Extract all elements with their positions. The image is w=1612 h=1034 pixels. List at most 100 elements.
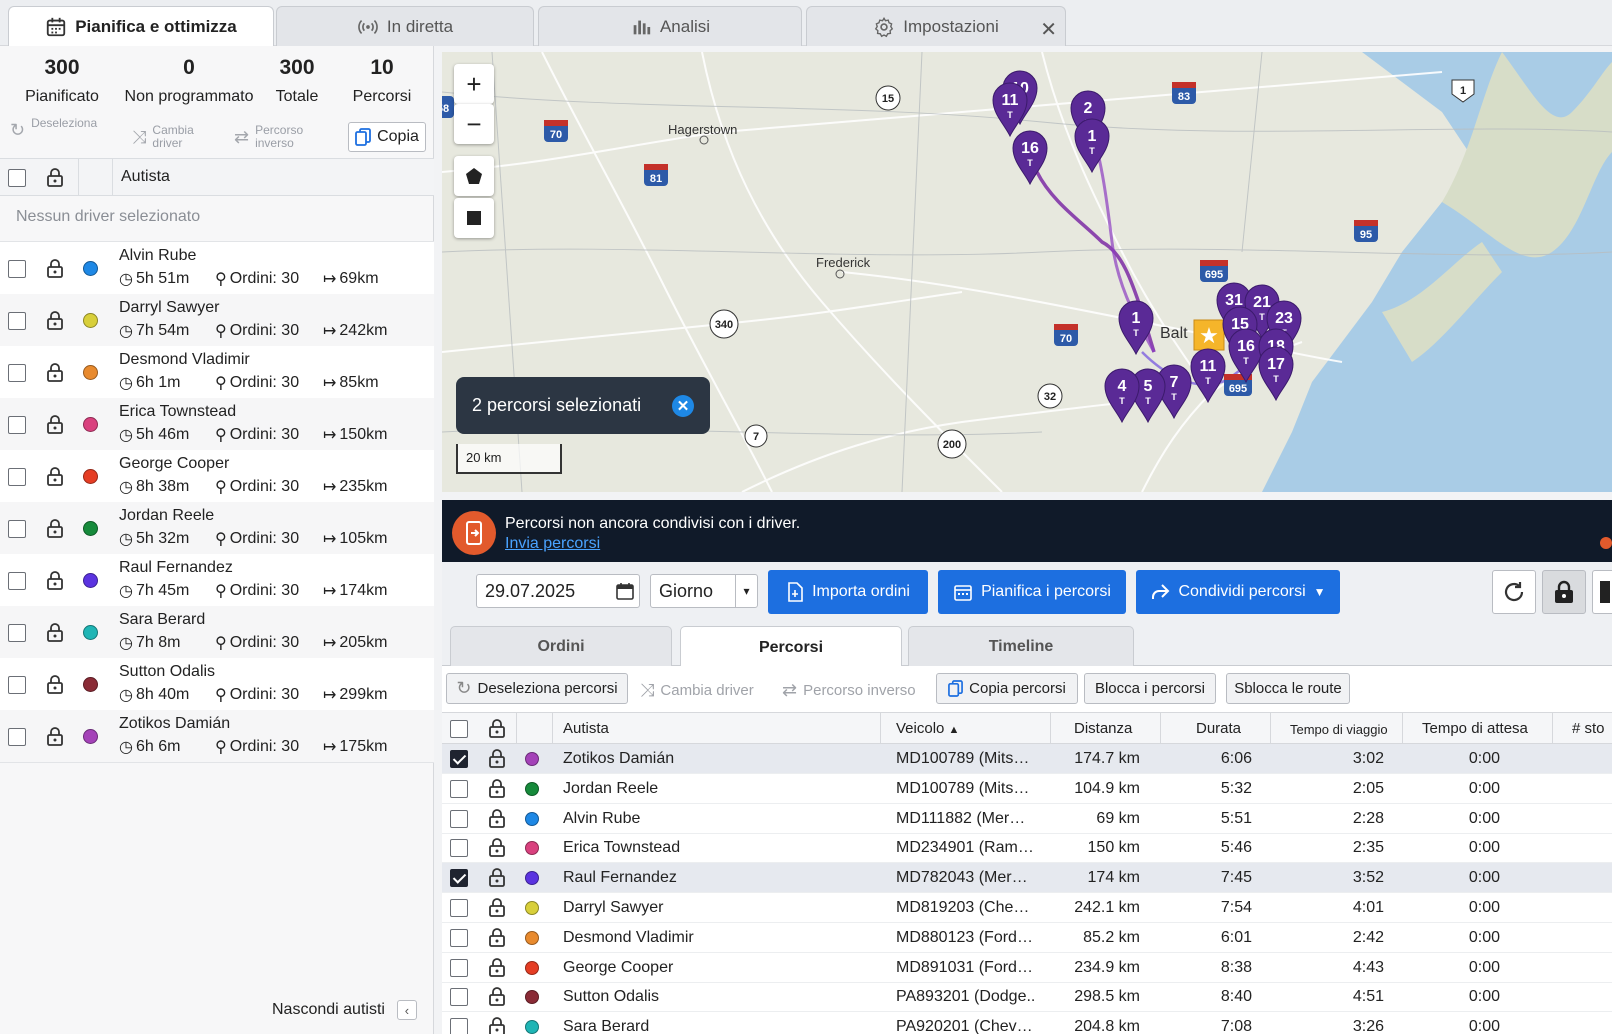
plan-routes-button[interactable]: Pianifica i percorsi (938, 570, 1126, 614)
select-all-checkbox[interactable] (8, 169, 26, 187)
lock-icon[interactable] (46, 518, 64, 538)
route-stop-marker[interactable]: 17T (1258, 346, 1294, 402)
lock-icon[interactable] (46, 362, 64, 382)
unlock-routes-button[interactable]: Sblocca le route (1226, 673, 1350, 704)
route-stop-marker[interactable]: 11T (992, 82, 1028, 138)
lock-icon[interactable] (488, 897, 506, 917)
reverse-route-button[interactable]: ⇄ Percorso inverso (782, 680, 916, 701)
driver-checkbox[interactable] (8, 728, 26, 746)
driver-checkbox[interactable] (8, 312, 26, 330)
driver-row[interactable]: Zotikos Damián ◷ 6h 6m ⚲ Ordini: 30 ↦ 175km (0, 710, 434, 763)
driver-checkbox[interactable] (8, 468, 26, 486)
route-row[interactable]: Erica Townstead MD234901 (Ram… 150 km 5:46 2… (442, 833, 1612, 864)
rectangle-select-button[interactable] (454, 198, 494, 238)
hide-drivers-toggle[interactable]: Nascondi autisti ‹ (272, 1000, 417, 1020)
lock-icon[interactable] (46, 674, 64, 694)
clear-selection-icon[interactable]: ✕ (672, 395, 694, 417)
lock-all-button[interactable] (1542, 570, 1586, 614)
tab-settings[interactable]: Impostazioni ✕ (806, 6, 1066, 46)
lock-icon[interactable] (46, 167, 64, 187)
lock-icon[interactable] (46, 466, 64, 486)
lock-icon[interactable] (46, 622, 64, 642)
route-map[interactable]: 70 81 15 83 1 95 695 70 340 32 7 200 695… (442, 52, 1612, 492)
deselect-button[interactable]: ↻ Deseleziona (10, 117, 97, 140)
change-driver-button[interactable]: ⤨ Cambia driver (640, 680, 754, 701)
refresh-button[interactable] (1492, 570, 1536, 614)
driver-row[interactable]: Erica Townstead ◷ 5h 46m ⚲ Ordini: 30 ↦ 150km (0, 398, 434, 451)
driver-checkbox[interactable] (8, 676, 26, 694)
lock-icon[interactable] (488, 808, 506, 828)
driver-row[interactable]: Alvin Rube ◷ 5h 51m ⚲ Ordini: 30 ↦ 69km (0, 242, 434, 295)
lock-icon[interactable] (46, 310, 64, 330)
route-checkbox[interactable] (450, 1018, 468, 1034)
route-stop-marker[interactable]: 11T (1190, 348, 1226, 404)
lock-icon[interactable] (488, 778, 506, 798)
tab-plan-optimize[interactable]: Pianifica e ottimizza (8, 6, 274, 47)
route-row[interactable]: George Cooper MD891031 (Ford… 234.9 km 8:38… (442, 953, 1612, 983)
chevron-left-icon[interactable]: ‹ (396, 1000, 417, 1020)
lock-icon[interactable] (488, 957, 506, 977)
route-row[interactable]: Sara Berard PA920201 (Chev… 204.8 km 7:08 3:… (442, 1012, 1612, 1034)
driver-checkbox[interactable] (8, 624, 26, 642)
lock-icon[interactable] (46, 570, 64, 590)
driver-checkbox[interactable] (8, 572, 26, 590)
lock-icon[interactable] (46, 258, 64, 278)
tab-routes[interactable]: Percorsi (680, 626, 902, 668)
route-checkbox[interactable] (450, 899, 468, 917)
driver-checkbox[interactable] (8, 520, 26, 538)
route-checkbox[interactable] (450, 779, 468, 798)
route-row[interactable]: Jordan Reele MD100789 (Mits… 104.9 km 5:32 2… (442, 774, 1612, 804)
tab-timeline[interactable]: Timeline (908, 626, 1134, 667)
column-travel-time[interactable]: Tempo di viaggio (1290, 722, 1388, 737)
route-stop-marker[interactable]: 16T (1012, 130, 1048, 186)
deselect-routes-button[interactable]: ↻ Deseleziona percorsi (446, 673, 628, 704)
lock-icon[interactable] (488, 867, 506, 888)
driver-checkbox[interactable] (8, 364, 26, 382)
change-driver-button[interactable]: ⤨ Cambia driver (132, 124, 194, 150)
lock-icon[interactable] (488, 837, 506, 858)
lock-icon[interactable] (488, 748, 506, 768)
route-checkbox[interactable] (450, 839, 468, 858)
polygon-select-button[interactable] (454, 156, 494, 196)
more-button[interactable] (1592, 570, 1612, 614)
route-row[interactable]: Darryl Sawyer MD819203 (Che… 242.1 km 7:54 4… (442, 893, 1612, 923)
route-stop-marker[interactable]: 1T (1118, 300, 1154, 356)
route-row[interactable]: Zotikos Damián MD100789 (Mits… 174.7 km 6:0… (442, 744, 1612, 774)
tab-analytics[interactable]: Analisi (538, 6, 802, 46)
driver-row[interactable]: Desmond Vladimir ◷ 6h 1m ⚲ Ordini: 30 ↦ 85km (0, 346, 434, 399)
calendar-icon[interactable] (616, 582, 634, 600)
date-input[interactable]: 29.07.2025 (476, 574, 640, 608)
driver-row[interactable]: George Cooper ◷ 8h 38m ⚲ Ordini: 30 ↦ 235km (0, 450, 434, 503)
period-select[interactable]: Giorno ▾ (650, 574, 758, 608)
import-orders-button[interactable]: Importa ordini (768, 570, 928, 614)
route-row[interactable]: Desmond Vladimir MD880123 (Ford… 85.2 km 6:… (442, 923, 1612, 953)
column-driver[interactable]: Autista (563, 720, 609, 737)
column-vehicle[interactable]: Veicolo ▲ (896, 720, 959, 737)
lock-icon[interactable] (488, 1016, 506, 1034)
column-duration[interactable]: Durata (1196, 720, 1241, 737)
driver-row[interactable]: Jordan Reele ◷ 5h 32m ⚲ Ordini: 30 ↦ 105km (0, 502, 434, 555)
column-stops[interactable]: # sto (1572, 720, 1605, 737)
zoom-out-button[interactable]: − (454, 104, 494, 144)
route-row[interactable]: Alvin Rube MD111882 (Mer… 69 km 5:51 2:28 0:0… (442, 804, 1612, 834)
tab-orders[interactable]: Ordini (450, 626, 672, 667)
route-checkbox[interactable] (450, 988, 468, 1007)
column-driver[interactable]: Autista (121, 168, 170, 186)
driver-row[interactable]: Sara Berard ◷ 7h 8m ⚲ Ordini: 30 ↦ 205km (0, 606, 434, 659)
driver-row[interactable]: Raul Fernandez ◷ 7h 45m ⚲ Ordini: 30 ↦ 174km (0, 554, 434, 607)
zoom-in-button[interactable]: + (454, 64, 494, 104)
column-distance[interactable]: Distanza (1074, 720, 1132, 737)
route-row[interactable]: Sutton Odalis PA893201 (Dodge.. 298.5 km 8:… (442, 982, 1612, 1013)
route-checkbox[interactable] (450, 809, 468, 828)
lock-icon[interactable] (46, 726, 64, 746)
copy-button[interactable]: Copia (348, 122, 426, 152)
lock-icon[interactable] (46, 414, 64, 434)
driver-checkbox[interactable] (8, 260, 26, 278)
lock-icon[interactable] (488, 927, 506, 947)
lock-icon[interactable] (488, 718, 506, 738)
send-routes-link[interactable]: Invia percorsi (505, 535, 600, 553)
lock-routes-button[interactable]: Blocca i percorsi (1084, 673, 1216, 704)
driver-checkbox[interactable] (8, 416, 26, 434)
copy-routes-button[interactable]: Copia percorsi (936, 673, 1078, 704)
driver-row[interactable]: Sutton Odalis ◷ 8h 40m ⚲ Ordini: 30 ↦ 299km (0, 658, 434, 711)
